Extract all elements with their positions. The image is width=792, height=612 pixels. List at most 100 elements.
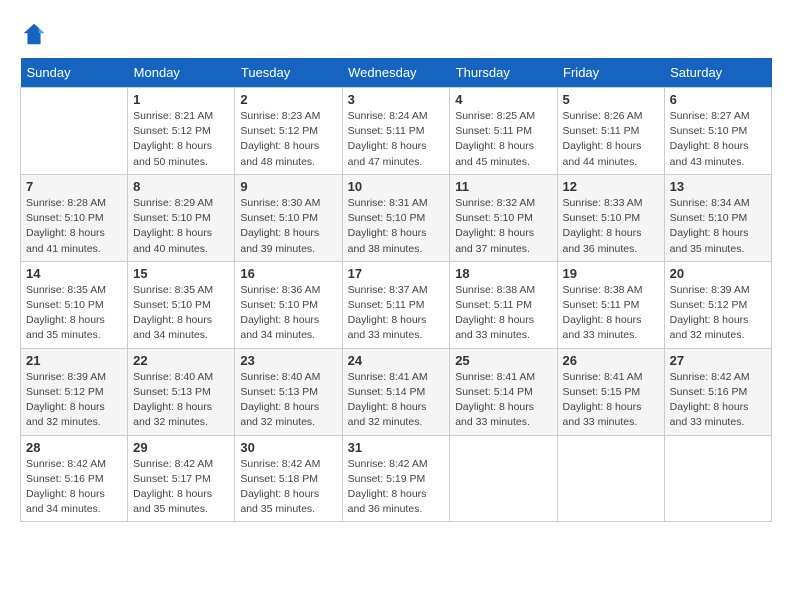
day-cell: 21 Sunrise: 8:39 AM Sunset: 5:12 PM Dayli… (21, 348, 128, 435)
day-info: Sunrise: 8:26 AM Sunset: 5:11 PM Dayligh… (563, 109, 659, 170)
day-info: Sunrise: 8:32 AM Sunset: 5:10 PM Dayligh… (455, 196, 551, 257)
day-cell: 17 Sunrise: 8:37 AM Sunset: 5:11 PM Dayli… (342, 261, 450, 348)
day-info: Sunrise: 8:25 AM Sunset: 5:11 PM Dayligh… (455, 109, 551, 170)
day-cell: 7 Sunrise: 8:28 AM Sunset: 5:10 PM Daylig… (21, 174, 128, 261)
day-number: 22 (133, 353, 229, 368)
day-cell (21, 88, 128, 175)
day-info: Sunrise: 8:35 AM Sunset: 5:10 PM Dayligh… (133, 283, 229, 344)
day-number: 26 (563, 353, 659, 368)
day-number: 30 (240, 440, 336, 455)
day-cell: 8 Sunrise: 8:29 AM Sunset: 5:10 PM Daylig… (128, 174, 235, 261)
day-number: 7 (26, 179, 122, 194)
day-number: 23 (240, 353, 336, 368)
day-info: Sunrise: 8:38 AM Sunset: 5:11 PM Dayligh… (563, 283, 659, 344)
day-cell: 28 Sunrise: 8:42 AM Sunset: 5:16 PM Dayli… (21, 435, 128, 522)
day-info: Sunrise: 8:35 AM Sunset: 5:10 PM Dayligh… (26, 283, 122, 344)
logo (20, 20, 52, 48)
header-sunday: Sunday (21, 58, 128, 88)
day-number: 31 (348, 440, 445, 455)
day-cell: 10 Sunrise: 8:31 AM Sunset: 5:10 PM Dayli… (342, 174, 450, 261)
day-cell: 18 Sunrise: 8:38 AM Sunset: 5:11 PM Dayli… (450, 261, 557, 348)
day-cell: 27 Sunrise: 8:42 AM Sunset: 5:16 PM Dayli… (664, 348, 771, 435)
day-cell: 25 Sunrise: 8:41 AM Sunset: 5:14 PM Dayli… (450, 348, 557, 435)
day-cell: 11 Sunrise: 8:32 AM Sunset: 5:10 PM Dayli… (450, 174, 557, 261)
week-row-4: 21 Sunrise: 8:39 AM Sunset: 5:12 PM Dayli… (21, 348, 772, 435)
day-cell: 23 Sunrise: 8:40 AM Sunset: 5:13 PM Dayli… (235, 348, 342, 435)
day-number: 21 (26, 353, 122, 368)
header-tuesday: Tuesday (235, 58, 342, 88)
day-cell: 6 Sunrise: 8:27 AM Sunset: 5:10 PM Daylig… (664, 88, 771, 175)
day-number: 19 (563, 266, 659, 281)
header-wednesday: Wednesday (342, 58, 450, 88)
page-header (20, 20, 772, 48)
day-cell: 12 Sunrise: 8:33 AM Sunset: 5:10 PM Dayli… (557, 174, 664, 261)
day-cell: 13 Sunrise: 8:34 AM Sunset: 5:10 PM Dayli… (664, 174, 771, 261)
day-cell: 30 Sunrise: 8:42 AM Sunset: 5:18 PM Dayli… (235, 435, 342, 522)
day-number: 17 (348, 266, 445, 281)
day-info: Sunrise: 8:37 AM Sunset: 5:11 PM Dayligh… (348, 283, 445, 344)
header-friday: Friday (557, 58, 664, 88)
day-number: 11 (455, 179, 551, 194)
day-info: Sunrise: 8:28 AM Sunset: 5:10 PM Dayligh… (26, 196, 122, 257)
day-info: Sunrise: 8:42 AM Sunset: 5:16 PM Dayligh… (670, 370, 766, 431)
day-number: 27 (670, 353, 766, 368)
day-cell: 16Sunrise: 8:36 AM Sunset: 5:10 PM Dayli… (235, 261, 342, 348)
day-number: 25 (455, 353, 551, 368)
day-number: 24 (348, 353, 445, 368)
day-info: Sunrise: 8:41 AM Sunset: 5:15 PM Dayligh… (563, 370, 659, 431)
day-number: 10 (348, 179, 445, 194)
day-info: Sunrise: 8:24 AM Sunset: 5:11 PM Dayligh… (348, 109, 445, 170)
day-cell (557, 435, 664, 522)
day-info: Sunrise: 8:34 AM Sunset: 5:10 PM Dayligh… (670, 196, 766, 257)
day-cell (450, 435, 557, 522)
day-number: 20 (670, 266, 766, 281)
header-row: SundayMondayTuesdayWednesdayThursdayFrid… (21, 58, 772, 88)
logo-icon (20, 20, 48, 48)
day-number: 8 (133, 179, 229, 194)
day-info: Sunrise: 8:41 AM Sunset: 5:14 PM Dayligh… (348, 370, 445, 431)
day-number: 13 (670, 179, 766, 194)
day-info: Sunrise: 8:39 AM Sunset: 5:12 PM Dayligh… (670, 283, 766, 344)
day-number: 28 (26, 440, 122, 455)
day-cell: 20 Sunrise: 8:39 AM Sunset: 5:12 PM Dayli… (664, 261, 771, 348)
day-cell: 29 Sunrise: 8:42 AM Sunset: 5:17 PM Dayli… (128, 435, 235, 522)
day-number: 4 (455, 92, 551, 107)
day-cell: 24 Sunrise: 8:41 AM Sunset: 5:14 PM Dayli… (342, 348, 450, 435)
header-thursday: Thursday (450, 58, 557, 88)
day-info: Sunrise: 8:42 AM Sunset: 5:18 PM Dayligh… (240, 457, 336, 518)
day-info: Sunrise: 8:40 AM Sunset: 5:13 PM Dayligh… (133, 370, 229, 431)
calendar-table: SundayMondayTuesdayWednesdayThursdayFrid… (20, 58, 772, 522)
day-cell: 14 Sunrise: 8:35 AM Sunset: 5:10 PM Dayli… (21, 261, 128, 348)
week-row-5: 28 Sunrise: 8:42 AM Sunset: 5:16 PM Dayli… (21, 435, 772, 522)
day-number: 6 (670, 92, 766, 107)
day-info: Sunrise: 8:39 AM Sunset: 5:12 PM Dayligh… (26, 370, 122, 431)
day-cell: 15Sunrise: 8:35 AM Sunset: 5:10 PM Dayli… (128, 261, 235, 348)
day-info: Sunrise: 8:33 AM Sunset: 5:10 PM Dayligh… (563, 196, 659, 257)
day-number: 29 (133, 440, 229, 455)
day-number: 12 (563, 179, 659, 194)
week-row-3: 14 Sunrise: 8:35 AM Sunset: 5:10 PM Dayli… (21, 261, 772, 348)
day-cell (664, 435, 771, 522)
day-info: Sunrise: 8:42 AM Sunset: 5:17 PM Dayligh… (133, 457, 229, 518)
day-cell: 2Sunrise: 8:23 AM Sunset: 5:12 PM Daylig… (235, 88, 342, 175)
day-number: 2 (240, 92, 336, 107)
day-cell: 4 Sunrise: 8:25 AM Sunset: 5:11 PM Daylig… (450, 88, 557, 175)
day-cell: 26 Sunrise: 8:41 AM Sunset: 5:15 PM Dayli… (557, 348, 664, 435)
day-number: 14 (26, 266, 122, 281)
day-info: Sunrise: 8:31 AM Sunset: 5:10 PM Dayligh… (348, 196, 445, 257)
day-info: Sunrise: 8:41 AM Sunset: 5:14 PM Dayligh… (455, 370, 551, 431)
day-info: Sunrise: 8:42 AM Sunset: 5:16 PM Dayligh… (26, 457, 122, 518)
day-number: 5 (563, 92, 659, 107)
day-cell: 1Sunrise: 8:21 AM Sunset: 5:12 PM Daylig… (128, 88, 235, 175)
day-number: 16 (240, 266, 336, 281)
day-info: Sunrise: 8:38 AM Sunset: 5:11 PM Dayligh… (455, 283, 551, 344)
day-info: Sunrise: 8:29 AM Sunset: 5:10 PM Dayligh… (133, 196, 229, 257)
day-cell: 19 Sunrise: 8:38 AM Sunset: 5:11 PM Dayli… (557, 261, 664, 348)
day-info: Sunrise: 8:40 AM Sunset: 5:13 PM Dayligh… (240, 370, 336, 431)
header-monday: Monday (128, 58, 235, 88)
day-number: 3 (348, 92, 445, 107)
day-number: 1 (133, 92, 229, 107)
day-cell: 22 Sunrise: 8:40 AM Sunset: 5:13 PM Dayli… (128, 348, 235, 435)
day-info: Sunrise: 8:27 AM Sunset: 5:10 PM Dayligh… (670, 109, 766, 170)
day-number: 18 (455, 266, 551, 281)
